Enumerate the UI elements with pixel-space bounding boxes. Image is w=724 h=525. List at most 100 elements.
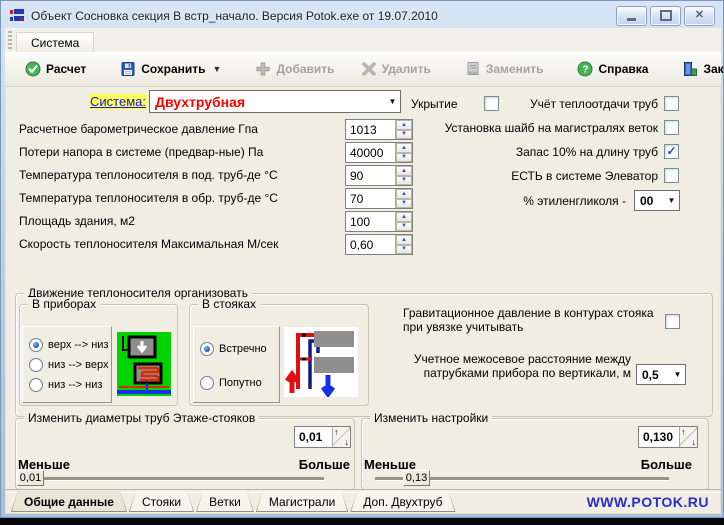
radio-down-top[interactable]: низ --> верх: [29, 355, 111, 375]
radio-icon: [200, 342, 214, 356]
movement-groupbox: Движение теплоносителя организовать В пр…: [15, 293, 713, 417]
diameters-groupbox: Изменить диаметры труб Этаже-стояков 0,0…: [15, 418, 355, 490]
glycol-label: % этиленгликоля -: [395, 194, 626, 208]
exit-button[interactable]: Закрыть: [674, 57, 724, 81]
elevator-label: ЕСТЬ в системе Элеватор: [305, 169, 658, 183]
website-link[interactable]: WWW.POTOK.RU: [587, 494, 709, 510]
diameters-slider-track[interactable]: [19, 477, 324, 481]
system-label: Система:: [75, 94, 147, 109]
add-plus-icon: [255, 61, 271, 77]
more-label: Больше: [299, 457, 350, 472]
delete-x-icon: [361, 61, 377, 77]
tab-strip: Общие данные Стояки Ветки Магистрали Доп…: [11, 491, 458, 512]
radio-icon: [29, 358, 43, 372]
diameters-slider-thumb[interactable]: 0,01: [17, 470, 44, 486]
reserve-checkbox[interactable]: [664, 144, 679, 159]
add-button[interactable]: Добавить: [247, 57, 342, 81]
spacing-combobox[interactable]: 0,5 ▼: [636, 364, 686, 385]
chevron-down-icon[interactable]: ▼: [385, 97, 400, 106]
settings-groupbox: Изменить настройки 0,130 Меньше Больше 0…: [361, 418, 709, 490]
settings-slider-thumb[interactable]: 0,13: [403, 470, 430, 486]
heat-loss-checkbox[interactable]: [664, 96, 679, 111]
exit-door-icon: [682, 61, 698, 77]
delete-button[interactable]: Удалить: [353, 57, 439, 81]
toolbar: Расчет Сохранить ▼ Д: [5, 52, 721, 87]
restore-button[interactable]: [650, 6, 681, 26]
titlebar[interactable]: Объект Сосновка секция В встр_начало. Ве…: [5, 3, 719, 28]
app-window: Объект Сосновка секция В встр_начало. Ве…: [0, 0, 724, 525]
tab-general-data[interactable]: Общие данные: [11, 491, 127, 512]
radio-down-down[interactable]: низ --> низ: [29, 375, 111, 395]
diameters-spinedit[interactable]: 0,01: [294, 426, 351, 448]
minimize-icon: [627, 18, 636, 21]
param-label: Потери напора в системе (предвар-ные) Па: [19, 145, 263, 159]
param-label: Температура теплоносителя в обр. труб-де…: [19, 191, 278, 205]
param-label: Площадь здания, м2: [19, 214, 135, 228]
radio-top-down[interactable]: верх --> низ: [29, 335, 111, 355]
radio-icon: [29, 338, 43, 352]
devices-radio-panel: верх --> низ низ --> верх низ --> низ: [22, 326, 112, 403]
washers-label: Установка шайб на магистралях веток: [305, 121, 658, 135]
risers-title: В стояках: [198, 297, 260, 311]
reserve-label: Запас 10% на длину труб: [305, 145, 658, 159]
calc-button[interactable]: Расчет: [17, 57, 94, 81]
spacing-label: Учетное межосевое расстояние между патру…: [396, 352, 631, 380]
tab-mains[interactable]: Магистрали: [256, 491, 348, 512]
param-label: Расчетное барометрическое давление Гпа: [19, 122, 258, 136]
spin-up-icon[interactable]: [396, 212, 412, 222]
spin-up-icon[interactable]: [396, 235, 412, 245]
restore-icon: [660, 10, 672, 21]
menu-item-system[interactable]: Система: [16, 32, 94, 52]
elevator-checkbox[interactable]: [664, 168, 679, 183]
replace-button[interactable]: 0101 Заменить: [457, 57, 552, 81]
menu-bar: Система: [5, 28, 721, 53]
cover-checkbox[interactable]: [484, 96, 499, 111]
tab-additional-twopipe[interactable]: Доп. Двухтруб: [350, 491, 455, 512]
spin-down-icon[interactable]: [396, 245, 412, 255]
app-icon: [9, 8, 25, 24]
settings-spinedit[interactable]: 0,130: [638, 426, 698, 448]
settings-title: Изменить настройки: [370, 411, 492, 425]
diagonal-spin-icon[interactable]: [332, 427, 350, 447]
device-flow-diagram-icon: [117, 332, 171, 396]
chevron-down-icon[interactable]: ▼: [670, 370, 685, 379]
cover-label: Укрытие: [411, 97, 458, 111]
menu-gripper[interactable]: [8, 31, 12, 50]
window-title: Объект Сосновка секция В встр_начало. Ве…: [31, 9, 610, 23]
max-velocity-spinedit[interactable]: 0,60: [345, 234, 413, 255]
devices-title: В приборах: [28, 297, 100, 311]
param-label: Скорость теплоносителя Максимальная М/се…: [19, 237, 278, 251]
close-button[interactable]: ✕: [684, 6, 715, 26]
radio-parallel[interactable]: Попутно: [200, 373, 279, 393]
heat-loss-label: Учёт теплоотдачи труб: [505, 97, 658, 111]
riser-flow-diagram-icon: [284, 327, 358, 397]
washers-checkbox[interactable]: [664, 120, 679, 135]
save-icon: [120, 61, 136, 77]
tab-branches[interactable]: Ветки: [196, 491, 254, 512]
system-type-combobox[interactable]: Двухтрубная ▼: [149, 90, 401, 113]
radio-counterflow[interactable]: Встречно: [200, 339, 279, 359]
close-icon: ✕: [695, 10, 704, 21]
radio-icon: [200, 376, 214, 390]
param-label: Температура теплоносителя в под. труб-де…: [19, 168, 278, 182]
svg-text:?: ?: [583, 65, 589, 76]
radio-icon: [29, 378, 43, 392]
more-label: Больше: [641, 457, 692, 472]
risers-radio-panel: Встречно Попутно: [193, 326, 280, 403]
tab-risers[interactable]: Стояки: [129, 491, 194, 512]
svg-text:0101: 0101: [469, 71, 480, 76]
minimize-button[interactable]: [616, 6, 647, 26]
client-area: Система Расчет: [5, 28, 721, 514]
spin-down-icon[interactable]: [396, 222, 412, 232]
chevron-down-icon[interactable]: ▼: [664, 196, 679, 205]
save-dropdown-icon[interactable]: ▼: [213, 64, 222, 74]
gravity-checkbox[interactable]: [665, 314, 680, 329]
diagonal-spin-icon[interactable]: [679, 427, 697, 447]
help-button[interactable]: ? Справка: [569, 57, 656, 81]
save-button[interactable]: Сохранить ▼: [112, 57, 229, 81]
help-icon: ?: [577, 61, 593, 77]
diameters-title: Изменить диаметры труб Этаже-стояков: [24, 411, 259, 425]
glycol-combobox[interactable]: 00 ▼: [634, 190, 680, 211]
building-area-spinedit[interactable]: 100: [345, 211, 413, 232]
gravity-label: Гравитационное давление в контурах стояк…: [403, 306, 665, 334]
